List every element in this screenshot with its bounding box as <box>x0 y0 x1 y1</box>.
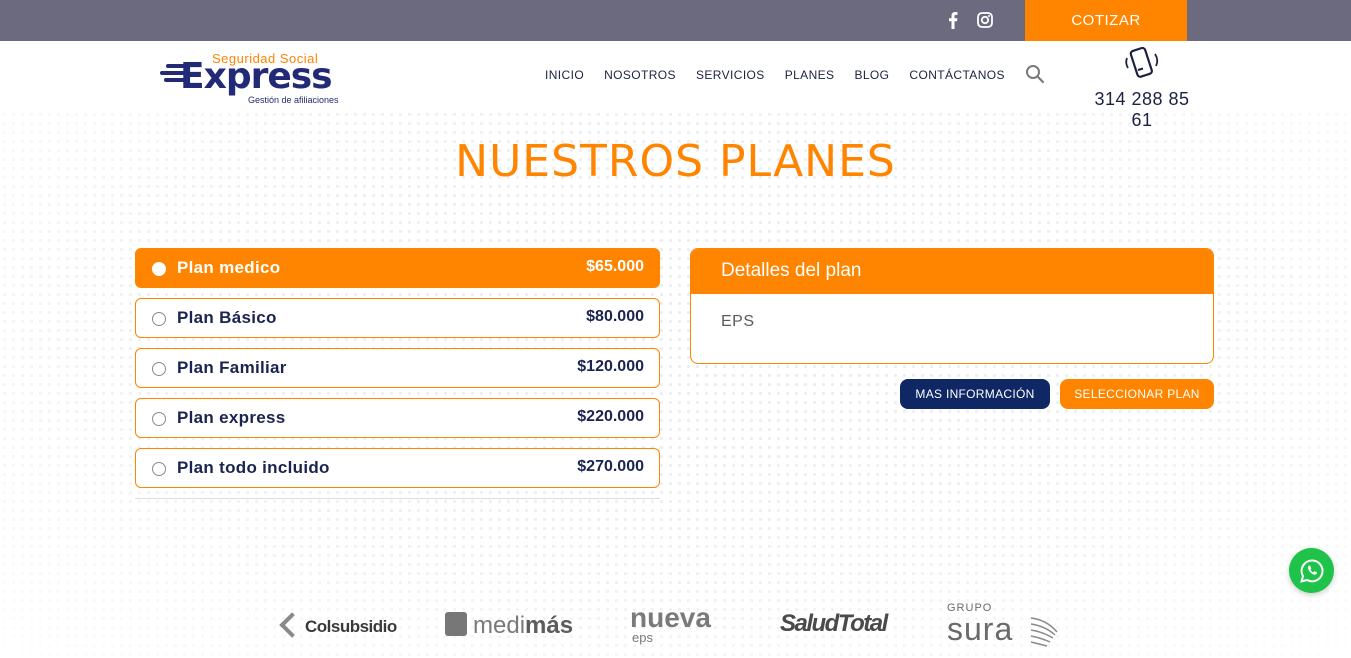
partner-saludtotal: SaludTotal <box>780 610 888 637</box>
partner-nueva-eps: nueva eps <box>630 602 711 645</box>
logo-main-text: Express <box>180 56 333 97</box>
plans-list: Plan medico $65.000 Plan Básico $80.000 … <box>135 248 660 499</box>
plan-price: $270.000 <box>577 458 644 475</box>
plan-option-basico[interactable]: Plan Básico $80.000 <box>135 298 660 338</box>
plan-price: $220.000 <box>577 408 644 425</box>
nueva-sub-text: eps <box>632 630 653 645</box>
nav-planes[interactable]: PLANES <box>785 68 835 82</box>
plan-actions: MAS INFORMACIÓN SELECCIONAR PLAN <box>900 379 1214 409</box>
main-header: Seguridad Social Express Gestión de afil… <box>0 41 1351 130</box>
plan-name: Plan Básico <box>177 308 277 327</box>
plan-option-medico[interactable]: Plan medico $65.000 <box>135 248 660 288</box>
medimas-text-bold: más <box>525 612 574 639</box>
partner-colsubsidio: Colsubsidio <box>279 612 397 638</box>
instagram-icon[interactable] <box>976 11 994 29</box>
nueva-text: nueva <box>630 602 711 633</box>
plan-radio[interactable] <box>152 362 166 376</box>
main-nav: INICIO NOSOTROS SERVICIOS PLANES BLOG CO… <box>545 68 1025 82</box>
social-links <box>944 11 994 29</box>
plan-option-todo-incluido[interactable]: Plan todo incluido $270.000 <box>135 448 660 488</box>
sura-name-text: sura <box>947 611 1014 647</box>
plan-price: $80.000 <box>586 308 644 325</box>
partner-sura: GRUPO sura <box>947 602 1058 647</box>
section-title: NUESTROS PLANES <box>455 136 896 187</box>
select-plan-button[interactable]: SELECCIONAR PLAN <box>1060 379 1214 409</box>
search-icon[interactable] <box>1025 64 1045 89</box>
medimas-text-light: medi <box>473 612 526 639</box>
nav-blog[interactable]: BLOG <box>854 68 889 82</box>
sura-wing-icon <box>1030 617 1058 647</box>
cotizar-button[interactable]: COTIZAR <box>1025 0 1187 41</box>
plan-option-express[interactable]: Plan express $220.000 <box>135 398 660 438</box>
plan-name: Plan Familiar <box>177 358 287 377</box>
plan-name: Plan todo incluido <box>177 458 330 477</box>
colsubsidio-mark-icon <box>279 612 305 638</box>
plan-radio[interactable] <box>152 262 166 276</box>
plan-option-familiar[interactable]: Plan Familiar $120.000 <box>135 348 660 388</box>
plan-name: Plan medico <box>177 258 281 277</box>
site-logo[interactable]: Seguridad Social Express Gestión de afil… <box>160 49 355 105</box>
plan-details-card: Detalles del plan EPS <box>690 248 1214 364</box>
nav-inicio[interactable]: INICIO <box>545 68 584 82</box>
more-info-button[interactable]: MAS INFORMACIÓN <box>900 379 1050 409</box>
partner-medimas: medimás <box>445 612 573 640</box>
plan-name: Plan express <box>177 408 286 427</box>
plan-price: $120.000 <box>577 358 644 375</box>
nav-nosotros[interactable]: NOSOTROS <box>604 68 676 82</box>
partner-logos: Colsubsidio medimás nueva eps SaludTotal… <box>0 600 1351 658</box>
plans-divider <box>135 498 660 499</box>
nav-contactanos[interactable]: CONTÁCTANOS <box>909 68 1005 82</box>
medimas-mark-icon <box>445 612 467 636</box>
phone-icon <box>1083 46 1201 87</box>
top-bar: COTIZAR <box>0 0 1351 41</box>
phone-number: 314 288 85 61 <box>1094 89 1190 130</box>
colsubsidio-text: Colsubsidio <box>305 617 397 636</box>
plan-price: $65.000 <box>586 258 644 275</box>
plan-radio[interactable] <box>152 412 166 426</box>
phone-contact[interactable]: 314 288 85 61 <box>1083 46 1201 131</box>
logo-sub-text: Gestión de afiliaciones <box>248 95 339 105</box>
whatsapp-icon[interactable] <box>1289 548 1334 593</box>
nav-servicios[interactable]: SERVICIOS <box>696 68 765 82</box>
plan-radio[interactable] <box>152 462 166 476</box>
plan-radio[interactable] <box>152 312 166 326</box>
facebook-icon[interactable] <box>944 11 962 29</box>
plan-details-title: Detalles del plan <box>691 249 1213 294</box>
plan-details-content: EPS <box>721 313 755 330</box>
